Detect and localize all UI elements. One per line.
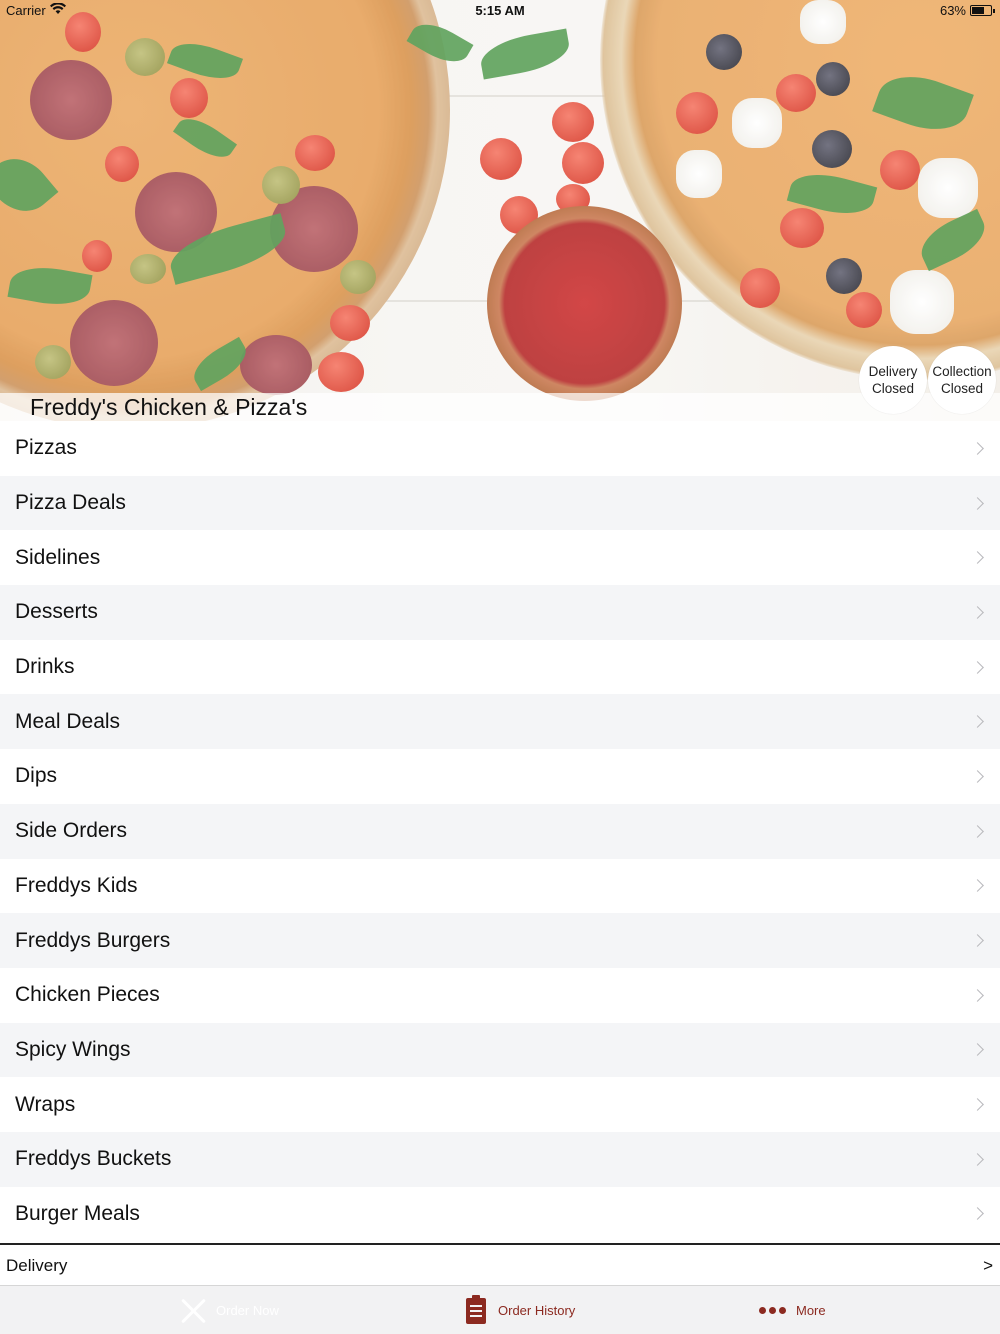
chevron-right-icon [971, 1043, 984, 1057]
chevron-right-icon [971, 934, 984, 947]
menu-category-label: Freddys Buckets [15, 1147, 172, 1171]
chevron-right-icon [971, 770, 984, 783]
menu-category-label: Dips [15, 764, 58, 788]
menu-category-label: Spicy Wings [15, 1037, 131, 1061]
chevron-right-icon [971, 441, 984, 455]
chevron-right-icon [971, 715, 984, 729]
menu-category-burger-meals[interactable]: Burger Meals [0, 1186, 1000, 1242]
utensils-icon [178, 1295, 210, 1327]
menu-category-pizzas[interactable]: Pizzas [0, 421, 1000, 476]
menu-category-label: Wraps [15, 1092, 76, 1116]
tab-order-now[interactable]: Order Now [178, 1286, 279, 1334]
clipboard-icon [466, 1294, 486, 1324]
chevron-right-icon [971, 660, 984, 674]
menu-category-pizza-deals[interactable]: Pizza Deals [0, 475, 1000, 531]
menu-category-dips[interactable]: Dips [0, 749, 1000, 804]
menu-category-label: Pizzas [15, 436, 77, 460]
delivery-status-value: Closed [871, 381, 915, 396]
tab-order-history-label: Order History [498, 1303, 576, 1318]
menu-category-label: Burger Meals [15, 1201, 140, 1225]
chevron-right-icon [971, 496, 984, 510]
battery-percentage: 63% [939, 3, 966, 18]
menu-category-label: Pizza Deals [15, 491, 126, 515]
menu-category-list: Pizzas Pizza Deals Sidelines Desserts Dr… [0, 421, 1000, 1242]
more-dots-icon [759, 1307, 786, 1314]
tab-order-now-label: Order Now [216, 1303, 279, 1318]
collection-status-label: Collection [932, 364, 992, 379]
menu-category-meal-deals[interactable]: Meal Deals [0, 694, 1000, 750]
bottom-tab-bar: Order Now Order History More [0, 1285, 1000, 1334]
menu-category-freddys-burgers[interactable]: Freddys Burgers [0, 913, 1000, 968]
tab-more-label: More [796, 1303, 826, 1318]
chevron-right-icon [971, 988, 984, 1002]
collection-status-value: Closed [940, 381, 984, 396]
menu-category-label: Meal Deals [15, 709, 121, 733]
order-mode-label: Delivery [6, 1256, 68, 1275]
chevron-right-icon [971, 879, 984, 893]
chevron-right-icon [971, 551, 984, 565]
menu-category-spicy-wings[interactable]: Spicy Wings [0, 1022, 1000, 1078]
menu-category-label: Desserts [15, 600, 98, 624]
order-mode-arrow: > [983, 1256, 993, 1275]
restaurant-name: Freddy's Chicken & Pizza's [30, 394, 308, 420]
restaurant-title-band: Freddy's Chicken & Pizza's [0, 393, 1000, 421]
chevron-right-icon [971, 1152, 984, 1166]
delivery-status-label: Delivery [868, 364, 918, 379]
status-bar: Carrier 5:15 AM 63% [0, 0, 1000, 22]
menu-category-sidelines[interactable]: Sidelines [0, 530, 1000, 586]
hero-banner-image [0, 0, 1000, 421]
collection-status-badge: Collection Closed [928, 346, 996, 414]
battery-icon [970, 5, 995, 16]
menu-category-desserts[interactable]: Desserts [0, 585, 1000, 640]
tab-order-history[interactable]: Order History [466, 1286, 575, 1334]
menu-category-label: Freddys Burgers [15, 928, 171, 952]
chevron-right-icon [971, 606, 984, 619]
menu-category-label: Freddys Kids [15, 873, 138, 897]
menu-category-label: Side Orders [15, 819, 128, 843]
menu-category-wraps[interactable]: Wraps [0, 1077, 1000, 1132]
menu-category-side-orders[interactable]: Side Orders [0, 803, 1000, 859]
delivery-status-badge: Delivery Closed [859, 346, 927, 414]
tab-more[interactable]: More [759, 1286, 826, 1334]
menu-category-drinks[interactable]: Drinks [0, 639, 1000, 695]
menu-category-label: Drinks [15, 655, 75, 679]
menu-category-label: Chicken Pieces [15, 983, 160, 1007]
menu-category-freddys-buckets[interactable]: Freddys Buckets [0, 1131, 1000, 1187]
menu-category-label: Sidelines [15, 545, 101, 569]
menu-category-chicken-pieces[interactable]: Chicken Pieces [0, 967, 1000, 1023]
chevron-right-icon [971, 1098, 984, 1111]
chevron-right-icon [971, 824, 984, 838]
menu-category-freddys-kids[interactable]: Freddys Kids [0, 858, 1000, 914]
chevron-right-icon [971, 1207, 984, 1221]
clock: 5:15 AM [475, 3, 525, 18]
order-mode-selector[interactable]: Delivery > [0, 1243, 1000, 1285]
